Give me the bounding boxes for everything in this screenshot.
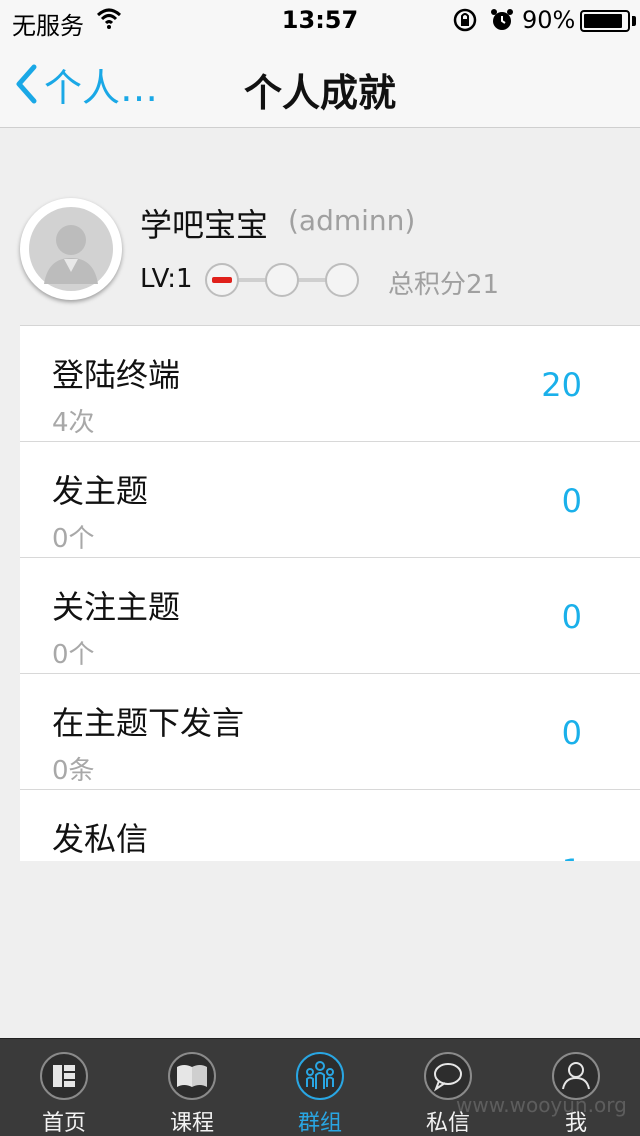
stat-subtitle: 0个 xyxy=(52,524,95,554)
level-node-2 xyxy=(265,263,299,297)
current-level-marker xyxy=(212,277,232,283)
page-title: 个人成就 xyxy=(243,71,396,115)
navigation-bar: 个人… 个人成就 xyxy=(0,40,640,128)
stat-value: 0 xyxy=(561,714,582,752)
tab-label: 群组 xyxy=(297,1111,342,1136)
stat-title: 发私信 xyxy=(52,820,149,858)
stat-value: 20 xyxy=(541,366,582,404)
battery-tip xyxy=(632,16,636,26)
stat-title: 在主题下发言 xyxy=(52,704,245,742)
list-item-reply[interactable]: 在主题下发言 0条 0 xyxy=(20,674,640,790)
tab-me[interactable]: 我 xyxy=(512,1039,640,1136)
stat-value: 0 xyxy=(561,482,582,520)
tab-courses[interactable]: 课程 xyxy=(128,1039,256,1136)
status-bar: 无服务 13:57 90% xyxy=(0,0,640,40)
stat-subtitle: 0个 xyxy=(52,640,95,670)
book-icon xyxy=(168,1052,216,1100)
rotation-lock-icon xyxy=(452,8,478,38)
stat-title: 关注主题 xyxy=(52,588,181,626)
group-icon xyxy=(296,1052,344,1100)
tab-messages[interactable]: 私信 xyxy=(384,1039,512,1136)
battery-icon xyxy=(580,10,630,32)
list-item-follow-topic[interactable]: 关注主题 0个 0 xyxy=(20,558,640,674)
stat-value: 0 xyxy=(561,598,582,636)
list-item-private-message[interactable]: 发私信 1 xyxy=(20,790,640,861)
achievement-list: 登陆终端 4次 20 发主题 0个 0 关注主题 0个 0 在主题下发言 0条 … xyxy=(20,325,640,861)
level-progress xyxy=(200,256,370,304)
profile-name: 学吧宝宝 xyxy=(140,206,269,244)
default-user-icon xyxy=(29,207,113,291)
list-item-post-topic[interactable]: 发主题 0个 0 xyxy=(20,442,640,558)
stat-title: 发主题 xyxy=(52,472,149,510)
list-item-login[interactable]: 登陆终端 4次 20 xyxy=(20,326,640,442)
battery-percent: 90% xyxy=(522,6,576,34)
tab-label: 课程 xyxy=(169,1111,214,1136)
tab-groups[interactable]: 群组 xyxy=(256,1039,384,1136)
home-grid-icon xyxy=(40,1052,88,1100)
alarm-icon xyxy=(490,8,514,38)
level-node-3 xyxy=(325,263,359,297)
level-label: LV:1 xyxy=(140,264,193,294)
tab-bar: 首页 课程 群组 私信 我 www.wooyun.org xyxy=(0,1038,640,1136)
tab-home[interactable]: 首页 xyxy=(0,1039,128,1136)
total-points: 总积分21 xyxy=(388,270,500,300)
stat-subtitle: 0条 xyxy=(52,756,95,786)
watermark: www.wooyun.org xyxy=(456,1093,627,1117)
stat-value: 1 xyxy=(562,852,582,861)
avatar xyxy=(20,198,122,300)
battery-fill xyxy=(584,14,622,28)
stat-title: 登陆终端 xyxy=(52,356,181,394)
profile-username: (adminn) xyxy=(288,204,416,237)
tab-label: 首页 xyxy=(41,1111,86,1136)
stat-subtitle: 4次 xyxy=(52,408,95,438)
